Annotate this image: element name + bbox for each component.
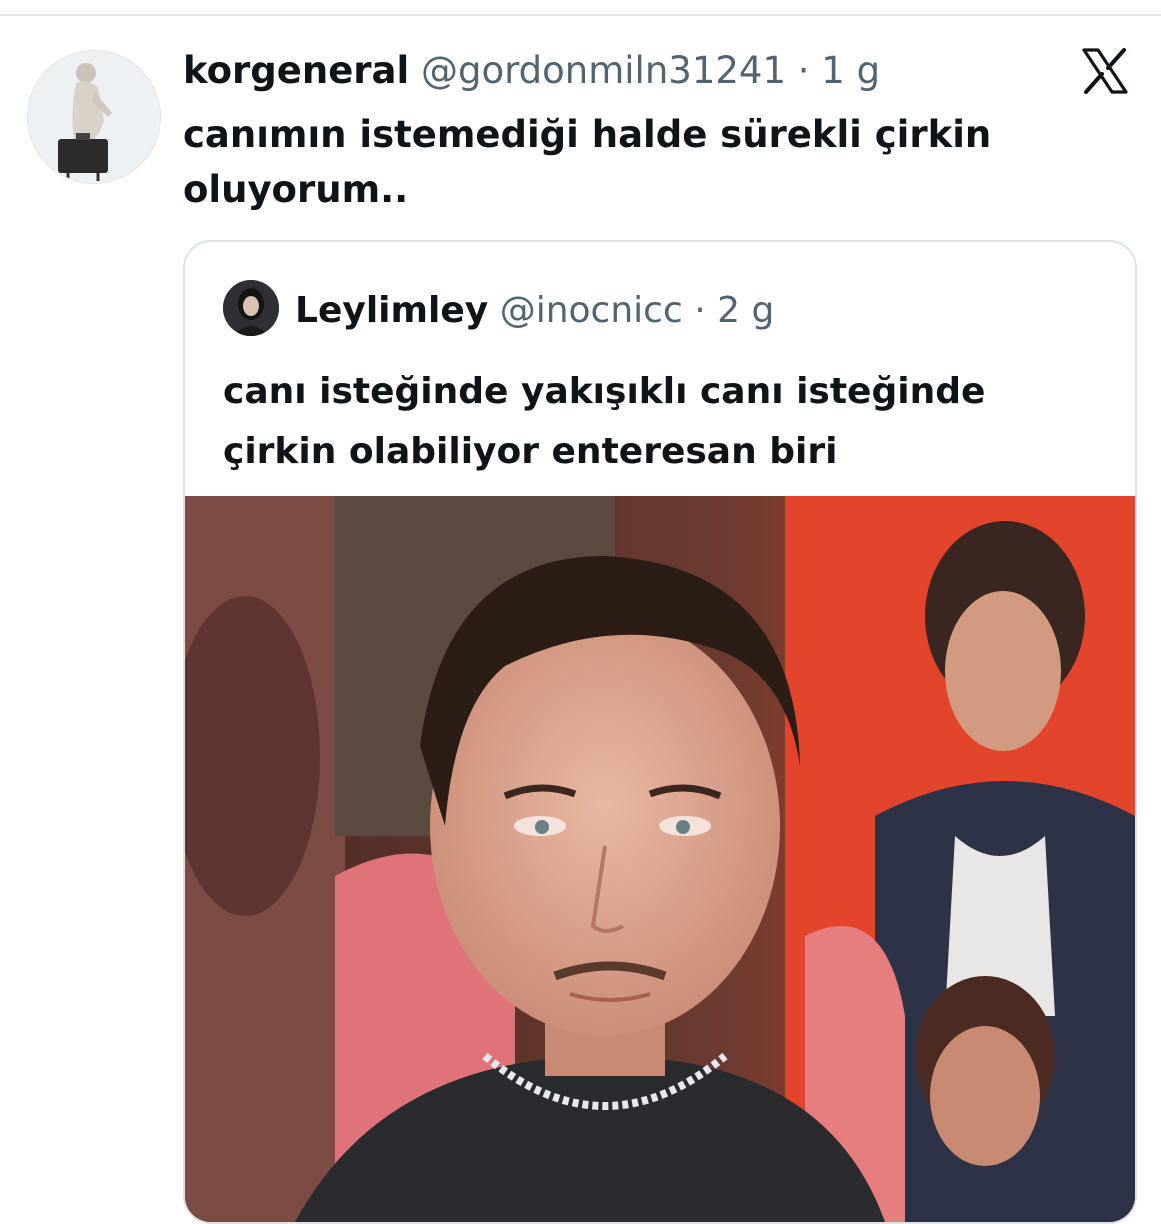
quoted-avatar[interactable] — [223, 280, 279, 336]
top-divider — [0, 14, 1161, 16]
quoted-tweet-photo[interactable] — [185, 496, 1135, 1222]
tweet-text: canımın istemediği halde sürekli çirkin … — [183, 107, 1083, 217]
quoted-text-line: çirkin olabiliyor enteresan biri — [223, 431, 838, 472]
avatar-image — [28, 51, 160, 183]
photo-illustration — [185, 496, 1135, 1222]
quoted-author-name[interactable]: Leylimley — [295, 290, 488, 331]
tweet-header: korgeneral @gordonmiln31241 · 1 g — [183, 46, 880, 96]
tweet-time[interactable]: 1 g — [821, 49, 880, 92]
avatar[interactable] — [27, 50, 161, 184]
x-logo-icon[interactable] — [1080, 46, 1130, 96]
author-handle[interactable]: @gordonmiln31241 — [421, 49, 786, 92]
quoted-header: Leylimley @inocnicc · 2 g — [295, 288, 774, 334]
separator-dot: · — [797, 49, 810, 92]
quoted-tweet-time[interactable]: 2 g — [717, 290, 774, 331]
tweet-text-line: canımın istemediği halde sürekli çirkin — [183, 113, 992, 156]
tweet-text-line: oluyorum.. — [183, 168, 409, 211]
quoted-tweet-text: canı isteğinde yakışıklı canı isteğinde … — [223, 362, 1103, 482]
author-name[interactable]: korgeneral — [183, 49, 409, 92]
quoted-author-handle[interactable]: @inocnicc — [500, 290, 683, 331]
quoted-tweet-card[interactable]: Leylimley @inocnicc · 2 g canı isteğinde… — [183, 240, 1137, 1224]
quoted-text-line: canı isteğinde yakışıklı canı isteğinde — [223, 371, 986, 412]
separator-dot: · — [694, 290, 706, 331]
quoted-avatar-image — [223, 280, 279, 336]
